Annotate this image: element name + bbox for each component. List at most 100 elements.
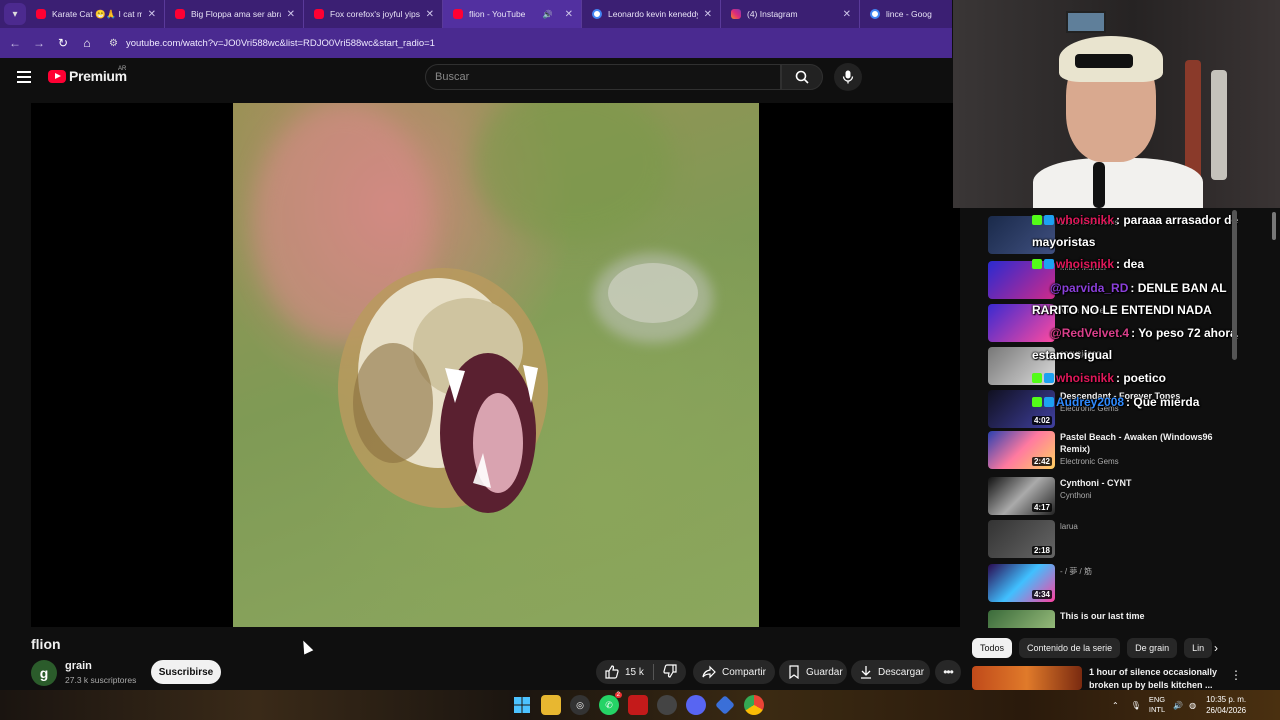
video-frame bbox=[233, 103, 759, 627]
close-tab-icon[interactable]: ✕ bbox=[426, 9, 434, 20]
more-actions-button[interactable]: ••• bbox=[935, 660, 961, 684]
tab-title: Karate Cat 😁🙏 I cat me bbox=[52, 8, 142, 19]
save-button[interactable]: Guardar bbox=[779, 660, 847, 684]
app-icon[interactable] bbox=[715, 695, 735, 715]
channel-name[interactable]: grain bbox=[65, 660, 92, 672]
divider bbox=[652, 664, 654, 680]
recommended-video[interactable]: 1 hour of silence occasionally broken up… bbox=[972, 666, 1242, 690]
browser-tab[interactable]: Leonardo kevin keneddy ✕ bbox=[582, 0, 721, 28]
video-thumbnail bbox=[988, 610, 1055, 628]
chip-from-channel[interactable]: De grain bbox=[1127, 638, 1178, 658]
download-button[interactable]: Descargar bbox=[851, 660, 930, 684]
chat-message: Audrey2008: Que mierda bbox=[1032, 392, 1199, 413]
video-meta: This is our last time bbox=[1060, 610, 1236, 628]
subscribe-button[interactable]: Suscribirse bbox=[151, 660, 221, 684]
browser-tab[interactable]: Karate Cat 😁🙏 I cat me ✕ bbox=[26, 0, 165, 28]
dislike-button[interactable] bbox=[663, 663, 677, 681]
site-info-icon[interactable]: ⚙ bbox=[109, 38, 118, 49]
steam-icon[interactable] bbox=[657, 695, 677, 715]
recommendations-panel: Electronic Gems Mitch Murder Mitch Murder c… bbox=[972, 208, 1238, 628]
close-tab-icon[interactable]: ✕ bbox=[565, 9, 573, 20]
windows-start-icon[interactable] bbox=[512, 695, 532, 715]
back-icon[interactable]: ← bbox=[3, 36, 27, 50]
search-input[interactable] bbox=[426, 65, 780, 83]
voice-search-button[interactable] bbox=[834, 63, 862, 91]
browser-tab-active[interactable]: flion - YouTube 🔊 ✕ bbox=[443, 0, 582, 28]
mouse-cursor-icon bbox=[298, 638, 314, 655]
address-bar: ← → ↻ ⌂ ⚙ youtube.com/watch?v=JO0Vri588w… bbox=[0, 28, 952, 58]
chat-message: whoisnikk: paraaa arrasador de bbox=[1032, 210, 1238, 231]
browser-tab[interactable]: Fox corefox's joyful yips ✕ bbox=[304, 0, 443, 28]
country-code: AR bbox=[118, 66, 127, 72]
youtube-icon bbox=[36, 9, 46, 19]
like-dislike-group: 15 k bbox=[596, 660, 686, 684]
browser-tab[interactable]: Big Floppa ama ser abraz ✕ bbox=[165, 0, 304, 28]
channel-avatar[interactable]: g bbox=[31, 660, 57, 686]
video-thumbnail: 4:34 bbox=[988, 564, 1055, 602]
tab-search-button[interactable]: ▾ bbox=[4, 3, 26, 25]
recommended-video[interactable]: 2:42 Pastel Beach - Awaken (Windows96 Rem… bbox=[988, 431, 1238, 469]
close-tab-icon[interactable]: ✕ bbox=[148, 9, 156, 20]
search-box bbox=[425, 64, 781, 90]
menu-icon[interactable] bbox=[17, 71, 31, 83]
reload-icon[interactable]: ↻ bbox=[51, 36, 75, 50]
microphone-icon bbox=[842, 70, 854, 84]
chevron-right-icon[interactable]: › bbox=[1214, 641, 1218, 655]
video-player[interactable] bbox=[31, 103, 960, 627]
whatsapp-icon[interactable]: ✆ 2 bbox=[599, 692, 622, 715]
youtube-logo[interactable]: Premium AR bbox=[48, 66, 127, 84]
file-explorer-icon[interactable] bbox=[541, 695, 561, 715]
subscriber-count: 27.3 k suscriptores bbox=[65, 675, 137, 685]
like-count: 15 k bbox=[625, 666, 644, 678]
youtube-header: Premium AR bbox=[0, 58, 952, 96]
video-title: 1 hour of silence occasionally broken up… bbox=[1089, 667, 1218, 690]
browser-tab[interactable]: (4) Instagram ✕ bbox=[721, 0, 860, 28]
chat-message: mayoristas bbox=[1032, 232, 1095, 253]
chat-text: : DENLE BAN AL bbox=[1130, 281, 1227, 295]
page-scrollbar[interactable] bbox=[1272, 212, 1276, 240]
recommended-video[interactable]: 4:17 Cynthoni - CYNT Cynthoni bbox=[988, 477, 1238, 515]
url-field[interactable]: ⚙ youtube.com/watch?v=JO0Vri588wc&list=R… bbox=[103, 32, 942, 54]
obs-icon[interactable]: ◎ bbox=[570, 695, 590, 715]
browser-tab[interactable]: lince - Google Search bbox=[860, 0, 940, 28]
language-indicator[interactable]: ENG INTL bbox=[1149, 695, 1165, 715]
chip-series[interactable]: Contenido de la serie bbox=[1019, 638, 1121, 658]
chat-text: : Que mierda bbox=[1126, 395, 1200, 409]
volume-icon[interactable]: 🔊 bbox=[1173, 701, 1183, 710]
more-vertical-icon[interactable]: ⋮ bbox=[1230, 668, 1242, 682]
clock[interactable]: 10:35 p. m. 26/04/2026 bbox=[1206, 694, 1246, 716]
youtube-icon bbox=[453, 9, 463, 19]
share-button[interactable]: Compartir bbox=[693, 660, 775, 684]
network-icon[interactable]: ◍ bbox=[1189, 701, 1196, 710]
recommended-video[interactable]: 4:34 - / 夢 / 筋 bbox=[988, 564, 1238, 602]
chrome-icon[interactable] bbox=[744, 695, 764, 715]
like-button[interactable]: 15 k bbox=[596, 665, 644, 679]
tab-title: Fox corefox's joyful yips bbox=[330, 9, 420, 19]
video-meta: larua bbox=[1060, 520, 1236, 558]
close-tab-icon[interactable]: ✕ bbox=[704, 9, 712, 20]
chat-text: mayoristas bbox=[1032, 235, 1096, 249]
chat-username: @RedVelvet.4 bbox=[1050, 326, 1130, 340]
close-tab-icon[interactable]: ✕ bbox=[287, 9, 295, 20]
thumbs-down-icon bbox=[663, 663, 677, 678]
chevron-up-icon[interactable]: ⌃ bbox=[1112, 701, 1119, 710]
scrollbar[interactable] bbox=[1232, 210, 1237, 360]
google-icon bbox=[592, 9, 602, 19]
speaker-icon[interactable]: 🔊 bbox=[543, 10, 553, 19]
video-duration: 2:18 bbox=[1031, 546, 1052, 555]
microphone-icon[interactable]: 🎙 bbox=[1131, 701, 1141, 710]
youtube-play-icon bbox=[48, 69, 66, 83]
discord-icon[interactable] bbox=[686, 695, 706, 715]
close-tab-icon[interactable]: ✕ bbox=[843, 9, 851, 20]
thumbs-up-icon bbox=[605, 665, 619, 679]
search-button[interactable] bbox=[781, 64, 823, 90]
app-icon[interactable] bbox=[628, 695, 648, 715]
windows-taskbar: ◎ ✆ 2 ⌃ 🎙 ENG INTL 🔊 ◍ 10:35 p. m. 26/04/20… bbox=[0, 690, 1280, 720]
share-label: Compartir bbox=[722, 666, 766, 678]
recommended-video[interactable]: 2:18 larua bbox=[988, 520, 1238, 558]
recommended-video[interactable]: This is our last time bbox=[988, 610, 1238, 628]
chip-all[interactable]: Todos bbox=[972, 638, 1013, 658]
forward-icon[interactable]: → bbox=[27, 36, 51, 50]
home-icon[interactable]: ⌂ bbox=[75, 36, 99, 50]
chip-more[interactable]: Lin bbox=[1184, 638, 1213, 658]
